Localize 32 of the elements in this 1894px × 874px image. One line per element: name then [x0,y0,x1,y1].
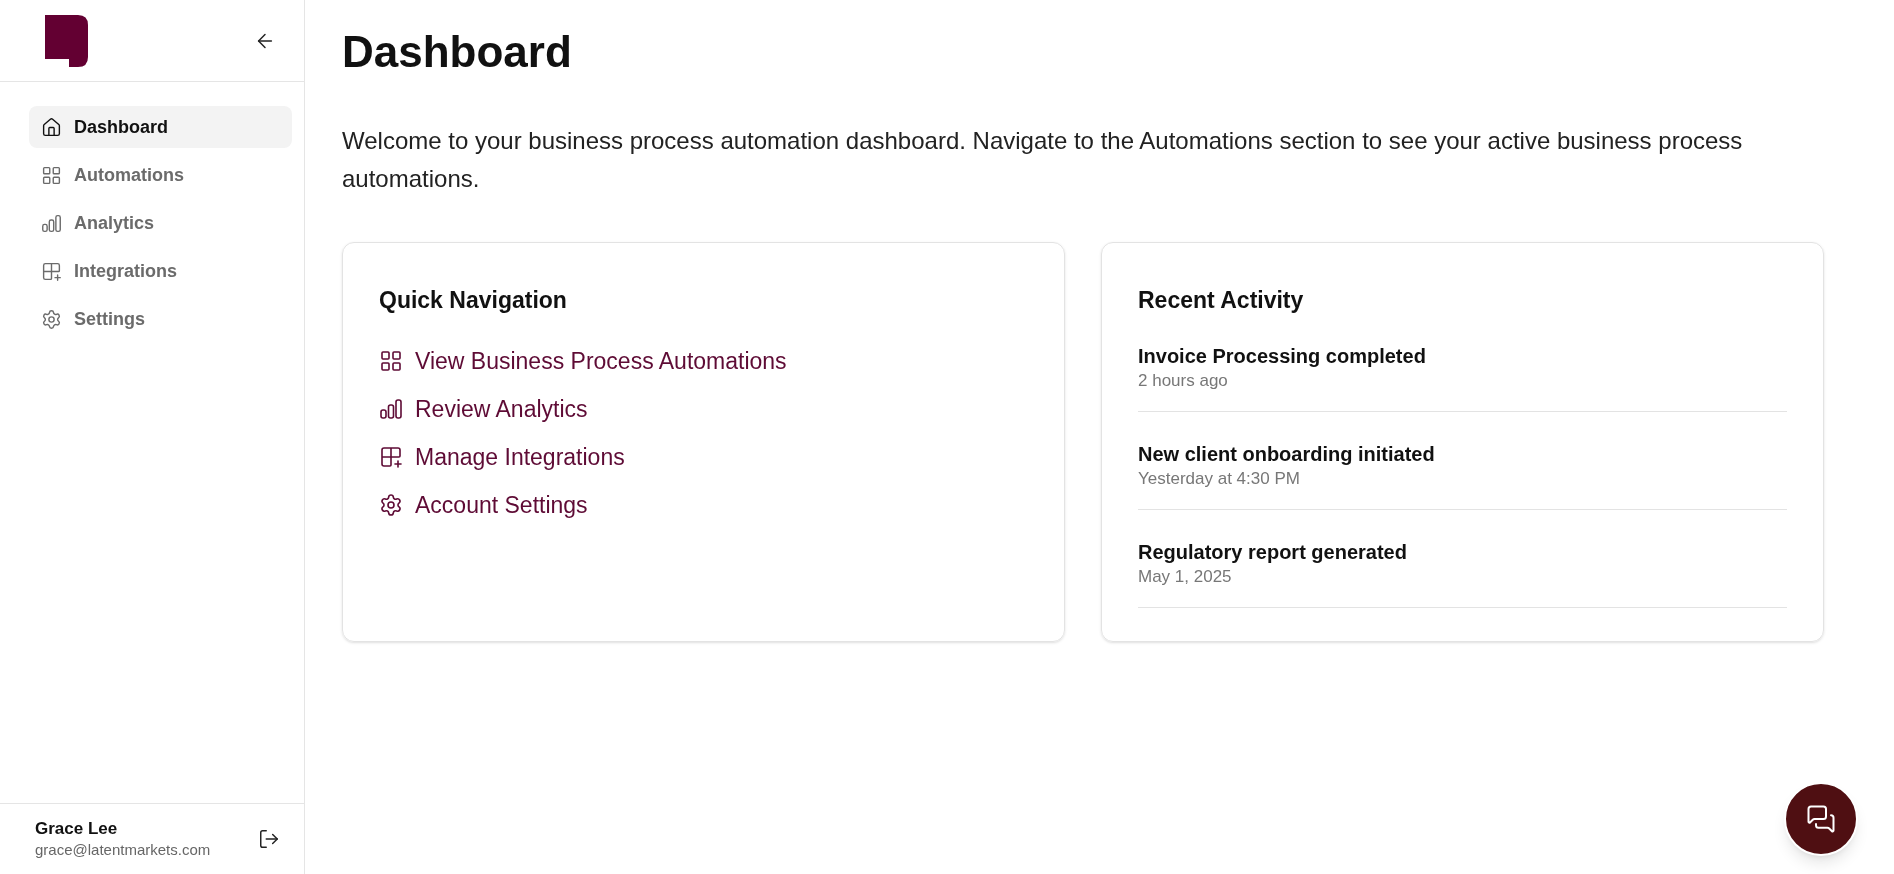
activity-time: May 1, 2025 [1138,565,1233,588]
bar-chart-icon [41,212,62,234]
user-email: grace@latentmarkets.com [35,840,211,860]
grid-plus-icon [41,260,62,282]
settings-icon [41,308,62,330]
activity-title: Regulatory report generated [1138,539,1408,565]
activity-title: New client onboarding initiated [1138,441,1436,467]
bar-chart-icon [379,396,403,421]
logout-icon [258,828,280,850]
nav-item[interactable]: Integrations [29,250,292,292]
user-name: Grace Lee [35,818,119,840]
nav-item[interactable]: Analytics [29,202,292,244]
nav-item[interactable]: Automations [29,154,292,196]
home-icon [41,116,62,138]
grid-plus-icon [379,444,403,469]
card-title: Recent Activity [1138,286,1305,315]
nav-item[interactable]: Dashboard [29,106,292,148]
activity-title: Invoice Processing completed [1138,343,1427,369]
activity-time: 2 hours ago [1138,369,1229,392]
quick-link[interactable]: Review Analytics [379,391,588,426]
page-title: Dashboard [342,26,573,78]
quick-link[interactable]: View Business Process Automations [379,343,787,378]
settings-icon [379,492,403,517]
activity-time: Yesterday at 4:30 PM [1138,467,1301,490]
quick-link[interactable]: Manage Integrations [379,439,625,474]
nav-item[interactable]: Settings [29,298,292,340]
quick-link[interactable]: Account Settings [379,487,588,522]
grid-icon [41,164,62,186]
intro-text: Welcome to your business process automation dashboard. Navigate to the Automations section to see your active business process automations. [342,126,1744,194]
chat-icon [1806,804,1836,834]
grid-icon [379,348,403,373]
card-title: Quick Navigation [379,286,568,315]
